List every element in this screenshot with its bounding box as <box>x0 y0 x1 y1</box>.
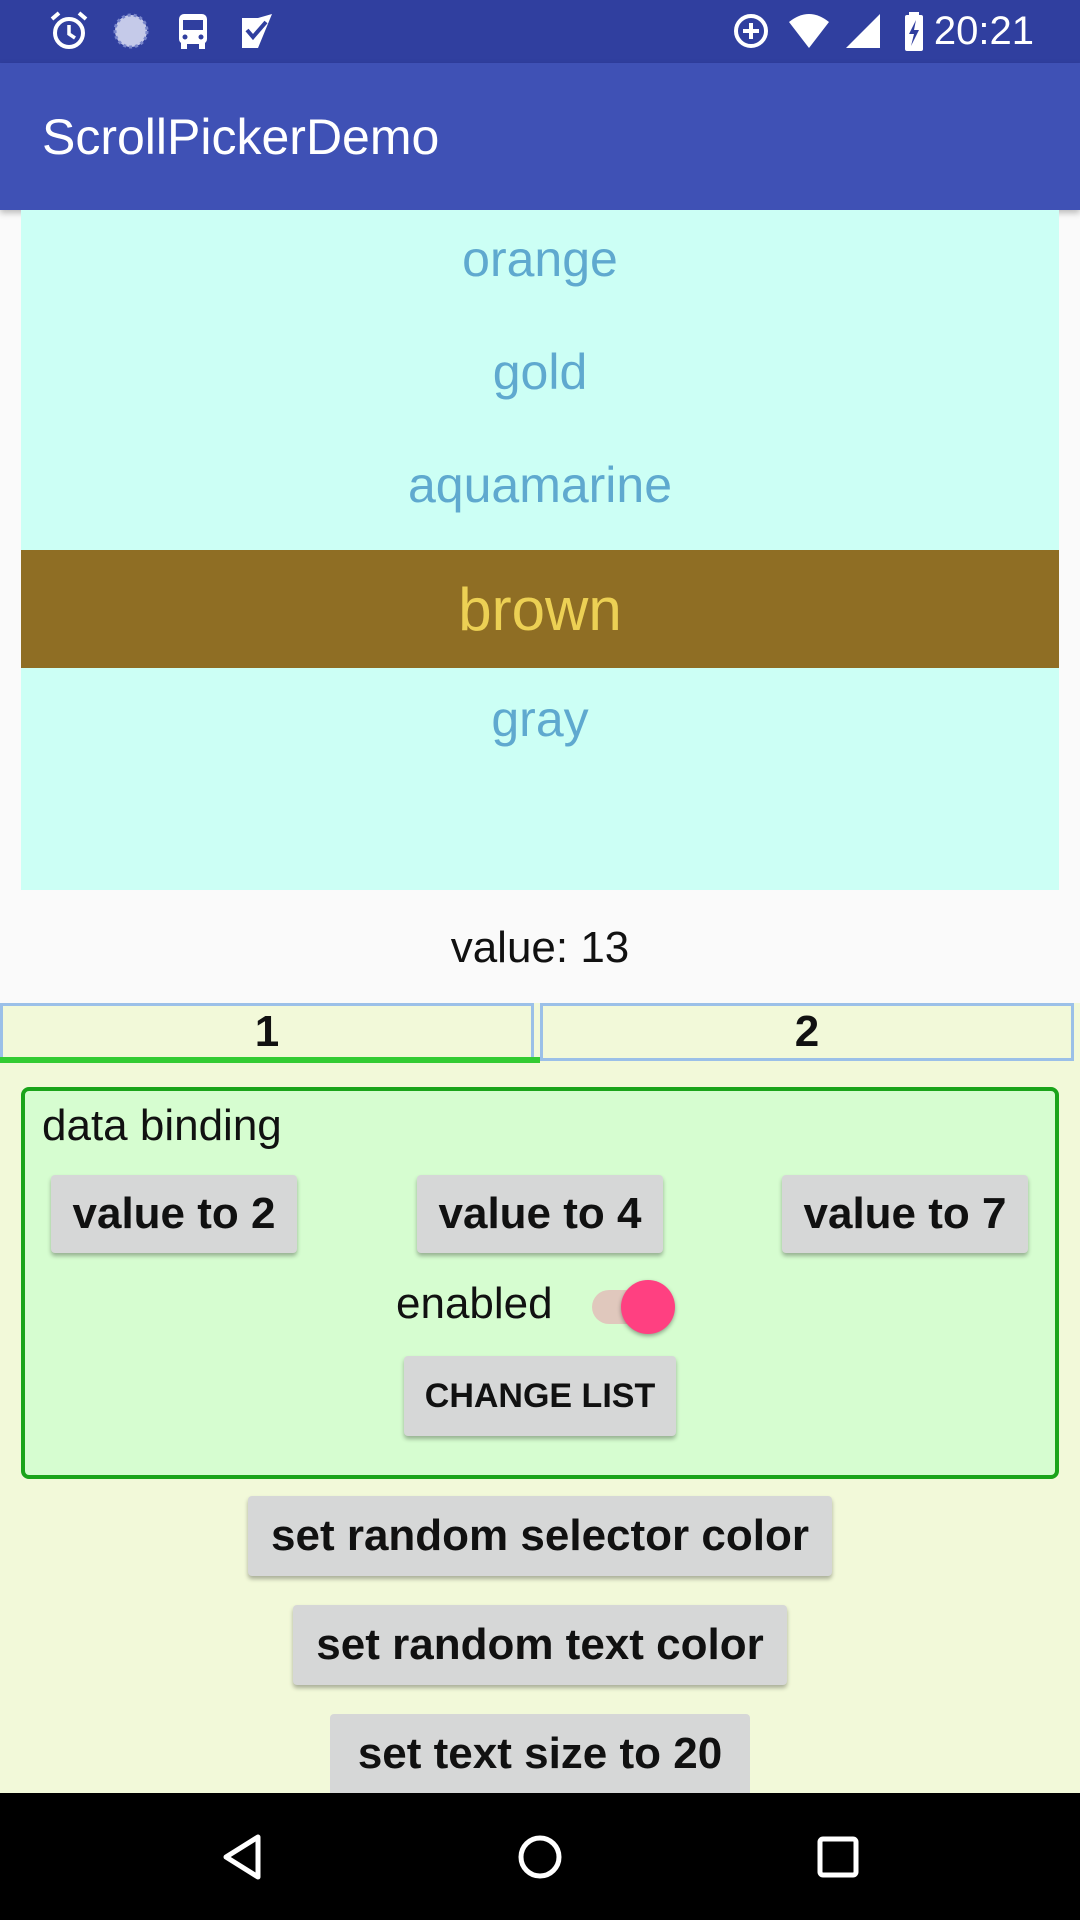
enabled-label: enabled <box>396 1279 553 1328</box>
change-list-button[interactable]: CHANGE LIST <box>404 1356 676 1436</box>
wifi-icon <box>789 14 829 48</box>
data-saver-icon <box>734 14 768 48</box>
alarm-icon <box>50 11 88 49</box>
picker-item[interactable]: gray <box>21 662 1059 775</box>
value-to-7-button[interactable]: value to 7 <box>782 1175 1028 1253</box>
scroll-picker[interactable]: orange gold aquamarine brown gray <box>21 210 1059 890</box>
signal-icon <box>846 14 880 48</box>
enabled-switch[interactable] <box>621 1280 675 1334</box>
back-icon[interactable] <box>214 1829 270 1885</box>
tab-2[interactable]: 2 <box>540 1003 1074 1061</box>
text-size-button[interactable]: set text size to 20 <box>330 1714 750 1793</box>
picker-selected-item[interactable]: brown <box>21 550 1059 668</box>
task-check-icon <box>242 14 272 48</box>
tab-indicator <box>0 1057 540 1063</box>
random-selector-color-button[interactable]: set random selector color <box>248 1496 832 1576</box>
status-bar: 20:21 <box>0 0 1080 63</box>
battery-charging-icon <box>905 12 923 51</box>
tab-1[interactable]: 1 <box>0 1003 534 1061</box>
bus-icon <box>179 14 207 49</box>
status-time: 20:21 <box>933 9 1034 53</box>
value-to-4-button[interactable]: value to 4 <box>417 1175 663 1253</box>
random-text-color-button[interactable]: set random text color <box>293 1605 787 1685</box>
navigation-bar <box>0 1793 1080 1920</box>
value-to-2-button[interactable]: value to 2 <box>51 1175 297 1253</box>
value-label: value: 13 <box>450 923 630 972</box>
picker-item[interactable]: orange <box>21 210 1059 315</box>
app-bar: ScrollPickerDemo <box>0 63 1080 210</box>
picker-item[interactable]: aquamarine <box>21 428 1059 541</box>
data-binding-title: data binding <box>42 1101 282 1150</box>
app-title: ScrollPickerDemo <box>42 109 440 165</box>
picker-item[interactable]: gold <box>21 315 1059 428</box>
recents-icon[interactable] <box>810 1829 866 1885</box>
sync-icon <box>113 13 149 49</box>
home-icon[interactable] <box>512 1829 568 1885</box>
